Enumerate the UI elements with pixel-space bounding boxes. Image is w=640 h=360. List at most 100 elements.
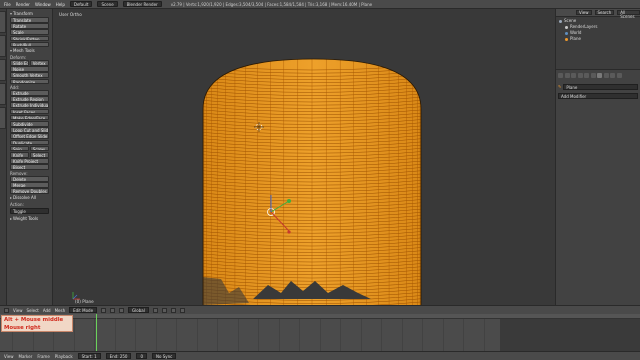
knife-project-button[interactable]: Knife Project (10, 158, 49, 164)
world-icon (565, 31, 568, 35)
orientation-selector[interactable]: Global (128, 307, 149, 313)
shading-icon[interactable] (101, 307, 107, 313)
playhead[interactable] (96, 314, 97, 351)
object-name-field[interactable]: Plane (563, 83, 638, 90)
outliner-tab-search[interactable]: Search (594, 9, 615, 16)
layout-selector[interactable]: Default (69, 1, 93, 7)
delete-button[interactable]: Delete (10, 175, 49, 182)
texture-tab-icon[interactable] (616, 73, 622, 78)
start-frame-field[interactable]: Start: 1 (77, 353, 101, 359)
mesh-cylinder[interactable] (53, 9, 555, 305)
outliner-item-plane[interactable]: Plane (559, 36, 637, 42)
snap-icon[interactable] (179, 307, 185, 313)
timeline-tick (258, 319, 259, 351)
vertex-select-icon[interactable] (152, 307, 158, 313)
dissolve-all-header[interactable]: ▸ Dissolve All (10, 195, 49, 201)
slide-vertex-button[interactable]: Vertex (29, 59, 49, 66)
extrude-region-button[interactable]: Extrude Region (10, 96, 49, 102)
timeline-tick (401, 319, 403, 351)
timeline-header: View Marker Frame Playback Start: 1 End:… (0, 351, 640, 360)
tab-create[interactable] (0, 35, 6, 57)
manipulator-icon[interactable] (119, 307, 125, 313)
outliner: View Search All Scenes Scene RenderLayer… (555, 9, 640, 69)
render-layers-tab-icon[interactable] (564, 73, 570, 78)
duplicate-button[interactable]: Duplicate (10, 139, 49, 146)
tab-shading[interactable] (0, 59, 6, 81)
menu-select[interactable]: Select (27, 308, 39, 313)
weight-tools-header[interactable]: ▸ Weight Tools (10, 216, 49, 222)
make-edge-face-button[interactable]: Make Edge/Face (10, 114, 49, 121)
outliner-tab-view[interactable]: View (576, 9, 592, 16)
scene-tab-icon[interactable] (571, 73, 576, 78)
knife-select-row: Knife Select (10, 151, 49, 158)
scale-button[interactable]: Scale (10, 29, 49, 35)
tab-tools[interactable] (0, 11, 6, 33)
render-tab-icon[interactable] (558, 73, 563, 78)
remove-doubles-button[interactable]: Remove Doubles (10, 188, 49, 194)
add-modifier-button[interactable]: Add Modifier (558, 93, 638, 99)
loop-cut-slide-button[interactable]: Loop Cut and Slide (10, 127, 49, 133)
menu-render[interactable]: Render (16, 2, 30, 7)
scene-selector[interactable]: Scene (97, 1, 118, 7)
tl-menu-playback[interactable]: Playback (55, 354, 73, 359)
collapse-triangle-icon: ▾ (10, 11, 13, 16)
randomize-button[interactable]: Randomize (10, 78, 49, 85)
modifiers-tab-icon[interactable] (597, 73, 602, 78)
keys-line-2: Mouse right (4, 325, 41, 331)
tl-menu-marker[interactable]: Marker (19, 354, 33, 359)
timeline-tick (381, 319, 382, 351)
deform-row: Slide Ed Vertex (10, 59, 49, 66)
editor-type-icon[interactable] (4, 307, 9, 313)
screw-button[interactable]: Screw (29, 145, 49, 152)
rotate-button[interactable]: Rotate (10, 23, 49, 29)
3d-viewport[interactable]: User Ortho (0) Plane (53, 9, 555, 305)
extrude-button[interactable]: Extrude (10, 90, 49, 96)
extrude-individual-button[interactable]: Extrude Individual (10, 102, 49, 109)
translate-button[interactable]: Translate (10, 17, 49, 23)
data-tab-icon[interactable] (603, 73, 609, 78)
menu-mesh[interactable]: Mesh (55, 308, 66, 313)
edge-select-icon[interactable] (161, 307, 167, 313)
subdivide-button[interactable]: Subdivide (10, 121, 49, 127)
slide-edge-button[interactable]: Slide Ed (10, 59, 30, 66)
bisect-button[interactable]: Bisect (10, 164, 49, 170)
knife-select-button[interactable]: Select (29, 151, 49, 158)
sync-selector[interactable]: No Sync (152, 353, 177, 359)
render-engine-selector[interactable]: Blender Render (122, 1, 162, 7)
toolshelf-tab-strip (0, 9, 7, 309)
menu-view[interactable]: View (13, 308, 23, 313)
menu-help[interactable]: Help (56, 2, 65, 7)
current-frame-field[interactable]: 0 (136, 353, 148, 359)
tl-menu-view[interactable]: View (4, 354, 14, 359)
spin-button[interactable]: Spin (10, 145, 30, 152)
timeline-tick (340, 319, 341, 351)
offset-edge-slide-button[interactable]: Offset Edge Slide (10, 133, 49, 139)
axis-gizmo-icon (72, 292, 80, 300)
menu-add[interactable]: Add (43, 308, 51, 313)
merge-button[interactable]: Merge (10, 182, 49, 188)
constraints-tab-icon[interactable] (590, 73, 596, 78)
end-frame-field[interactable]: End: 250 (105, 353, 132, 359)
noise-button[interactable]: Noise (10, 66, 49, 72)
world-tab-icon[interactable] (577, 73, 583, 78)
timeline-out-of-range (500, 319, 640, 351)
tab-grease-pencil[interactable] (0, 107, 6, 129)
tab-options[interactable] (0, 83, 6, 105)
push-pull-button[interactable]: Push/Pull (10, 41, 49, 48)
mode-selector[interactable]: Edit Mode (69, 307, 98, 313)
smooth-vertex-button[interactable]: Smooth Vertex (10, 72, 49, 78)
object-tab-icon[interactable] (584, 73, 589, 78)
face-select-icon[interactable] (170, 307, 176, 313)
pivot-icon[interactable] (110, 307, 116, 313)
menu-window[interactable]: Window (35, 2, 51, 7)
timeline[interactable] (0, 314, 640, 351)
material-tab-icon[interactable] (610, 73, 615, 78)
knife-button[interactable]: Knife (10, 151, 30, 158)
shrink-fatten-button[interactable]: Shrink/Fatten (10, 35, 49, 42)
tl-menu-frame[interactable]: Frame (37, 354, 49, 359)
inset-faces-button[interactable]: Inset Faces (10, 108, 49, 115)
mesh-tools-panel-header[interactable]: ▾ Mesh Tools (10, 48, 49, 54)
action-select[interactable]: Toggle (10, 207, 49, 214)
menu-file[interactable]: File (4, 2, 11, 7)
outliner-tab-all-scenes[interactable]: All Scenes (617, 9, 640, 19)
